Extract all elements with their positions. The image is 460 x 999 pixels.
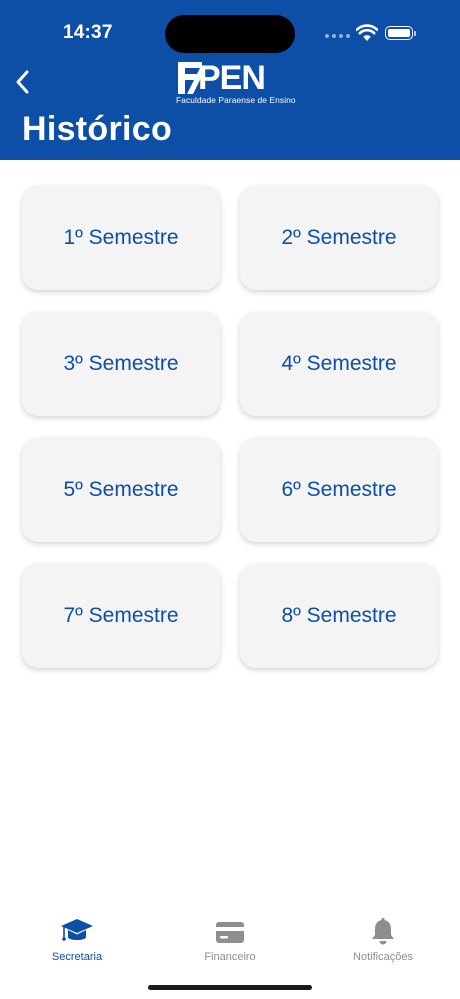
logo-subtitle: Faculdade Paraense de Ensino	[176, 95, 296, 105]
tab-label: Financeiro	[204, 951, 256, 963]
home-indicator[interactable]	[148, 985, 312, 990]
semester-8-button[interactable]: 8º Semestre	[240, 564, 438, 668]
semester-label: 6º Semestre	[281, 478, 397, 501]
tab-notificacoes[interactable]: Notificações	[323, 917, 443, 963]
wifi-icon	[356, 24, 378, 41]
semester-label: 8º Semestre	[281, 604, 397, 627]
logo-name: PEN	[198, 59, 266, 97]
semester-7-button[interactable]: 7º Semestre	[22, 564, 220, 668]
tab-label: Notificações	[353, 951, 413, 963]
header: 14:37 PEN Faculdade Paraense de Ensino H…	[0, 0, 460, 160]
semester-3-button[interactable]: 3º Semestre	[22, 312, 220, 416]
semester-6-button[interactable]: 6º Semestre	[240, 438, 438, 542]
semester-label: 3º Semestre	[63, 352, 179, 375]
fapen-logo: PEN Faculdade Paraense de Ensino	[176, 59, 296, 106]
credit-card-icon	[216, 922, 244, 943]
graduation-cap-icon	[61, 919, 93, 941]
bell-icon	[372, 917, 394, 945]
tab-financeiro[interactable]: Financeiro	[170, 917, 290, 963]
semester-label: 5º Semestre	[63, 478, 179, 501]
tab-label: Secretaria	[51, 951, 103, 963]
back-button[interactable]	[8, 65, 36, 99]
semester-4-button[interactable]: 4º Semestre	[240, 312, 438, 416]
semester-2-button[interactable]: 2º Semestre	[240, 186, 438, 290]
page-title: Histórico	[22, 110, 173, 148]
semester-1-button[interactable]: 1º Semestre	[22, 186, 220, 290]
battery-icon	[385, 26, 416, 40]
cellular-signal-icon	[325, 34, 351, 42]
status-time: 14:37	[63, 22, 113, 43]
semester-label: 7º Semestre	[63, 604, 179, 627]
dynamic-island	[165, 15, 295, 53]
semester-label: 2º Semestre	[281, 226, 397, 249]
chevron-left-icon	[16, 70, 29, 94]
tab-secretaria[interactable]: Secretaria	[17, 917, 137, 963]
semester-label: 1º Semestre	[63, 226, 179, 249]
semester-grid: 1º Semestre 2º Semestre 3º Semestre 4º S…	[22, 186, 438, 668]
semester-5-button[interactable]: 5º Semestre	[22, 438, 220, 542]
semester-label: 4º Semestre	[281, 352, 397, 375]
